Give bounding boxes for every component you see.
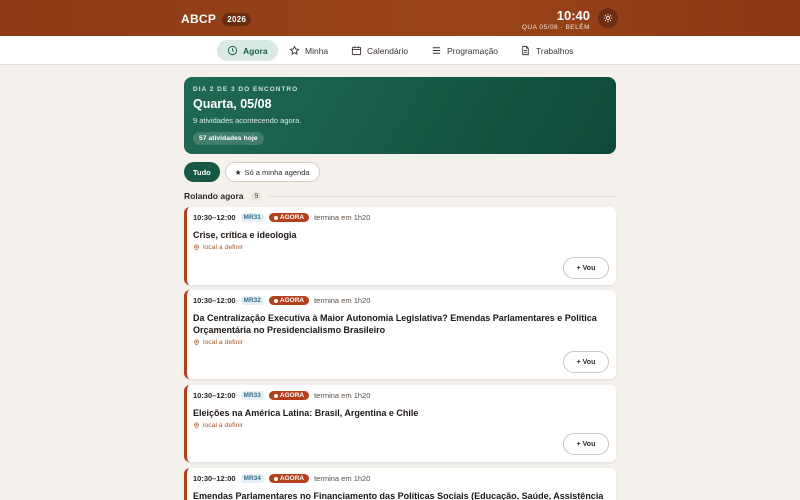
brand-name: ABCP [181, 12, 217, 26]
activity-title: Emendas Parlamentares no Financiamento d… [193, 491, 604, 500]
activity-location: local a definir [193, 244, 608, 251]
activity-title: Da Centralização Executiva à Maior Auton… [193, 313, 597, 335]
today-date: Quarta, 05/08 [193, 97, 272, 111]
activity-time: 10:30–12:00 [193, 474, 236, 483]
now-label: AGORA [279, 214, 305, 221]
now-label: AGORA [279, 297, 305, 304]
live-dot-icon [273, 393, 278, 398]
location-pin-icon [194, 422, 199, 429]
tab-trabalhos[interactable]: Trabalhos [510, 40, 583, 61]
tab-label: Minha [305, 45, 329, 56]
theme-toggle-button[interactable] [598, 8, 618, 28]
star-icon [289, 45, 300, 55]
activity-ends: termina em 1h20 [314, 296, 371, 305]
today-summary-card: DIA 2 DE 3 DO ENCONTRO Quarta, 05/08 9 a… [184, 77, 616, 154]
now-label: AGORA [279, 475, 305, 482]
activity-ends: termina em 1h20 [314, 391, 371, 400]
calendar-icon [351, 46, 362, 56]
live-dot-icon [273, 215, 278, 220]
sun-icon [603, 13, 613, 23]
activity-location: local a definir [193, 339, 608, 346]
document-icon [522, 45, 529, 56]
activity-code: MR32 [240, 296, 264, 305]
activity-location: local a definir [193, 422, 608, 429]
activities-now-text: 9 atividades acontecendo agora. [193, 116, 302, 125]
tab-minha[interactable]: Minha [279, 40, 338, 61]
filter-my-agenda-button[interactable]: ★ Só a minha agenda [224, 162, 320, 182]
activity-card[interactable]: 10:30–12:00 MR33 AGORA termina em 1h20 E… [184, 385, 616, 462]
current-time: 10:40 [556, 8, 590, 23]
clock-icon [227, 45, 238, 56]
activity-time: 10:30–12:00 [193, 391, 236, 400]
tab-label: Agora [243, 45, 268, 56]
section-divider [269, 195, 616, 197]
activity-code: MR34 [240, 474, 264, 483]
section-header: Rolando agora 9 [184, 191, 616, 201]
location-text: local a definir [203, 339, 244, 346]
nav-tabs: Agora Minha Calendário Programação Traba… [0, 36, 800, 65]
now-badge: AGORA [268, 296, 310, 305]
add-to-agenda-button[interactable]: + Vou [563, 257, 609, 279]
section-count-badge: 9 [250, 191, 263, 201]
activity-code: MR33 [240, 391, 264, 400]
tab-label: Programação [447, 45, 499, 56]
live-dot-icon [273, 298, 278, 303]
tab-label: Trabalhos [536, 45, 574, 56]
add-to-agenda-button[interactable]: + Vou [563, 351, 609, 373]
activity-time: 10:30–12:00 [193, 213, 236, 222]
event-day-kicker: DIA 2 DE 3 DO ENCONTRO [193, 86, 299, 93]
activity-title: Crise, crítica e ideologia [193, 230, 297, 240]
brand[interactable]: ABCP 2026 [181, 12, 252, 26]
activity-title: Eleições na América Latina: Brasil, Arge… [193, 408, 419, 418]
activities-today-badge: 57 atividades hoje [193, 132, 264, 145]
activity-card[interactable]: 10:30–12:00 MR31 AGORA termina em 1h20 C… [184, 207, 616, 285]
star-icon: ★ [234, 167, 242, 177]
location-pin-icon [194, 244, 199, 251]
now-badge: AGORA [268, 213, 310, 222]
filter-bar: Tudo ★ Só a minha agenda [184, 162, 320, 182]
location-pin-icon [194, 339, 199, 346]
tab-label: Calendário [367, 45, 409, 56]
now-badge: AGORA [268, 391, 310, 400]
activity-card[interactable]: 10:30–12:00 MR32 AGORA termina em 1h20 D… [184, 290, 616, 379]
location-text: local a definir [203, 244, 244, 251]
tab-calendario[interactable]: Calendário [341, 40, 418, 61]
now-label: AGORA [279, 392, 305, 399]
app-header: ABCP 2026 10:40 QUA 05/08 · BELÉM [0, 0, 800, 36]
section-title: Rolando agora [184, 191, 244, 201]
filter-all-button[interactable]: Tudo [184, 162, 220, 182]
activity-card[interactable]: 10:30–12:00 MR34 AGORA termina em 1h20 E… [184, 468, 616, 500]
activity-ends: termina em 1h20 [314, 474, 371, 483]
clock: 10:40 QUA 05/08 · BELÉM [522, 9, 590, 31]
list-icon [432, 47, 441, 54]
current-date-place: QUA 05/08 · BELÉM [521, 24, 590, 31]
filter-my-agenda-label: Só a minha agenda [244, 167, 310, 177]
activity-ends: termina em 1h20 [314, 213, 371, 222]
tab-programacao[interactable]: Programação [421, 40, 508, 61]
live-dot-icon [273, 476, 278, 481]
location-text: local a definir [203, 422, 244, 429]
year-badge: 2026 [222, 12, 252, 26]
now-badge: AGORA [268, 474, 310, 483]
activity-time: 10:30–12:00 [193, 296, 236, 305]
tab-agora[interactable]: Agora [217, 40, 278, 61]
activity-code: MR31 [240, 213, 264, 222]
add-to-agenda-button[interactable]: + Vou [563, 433, 609, 455]
